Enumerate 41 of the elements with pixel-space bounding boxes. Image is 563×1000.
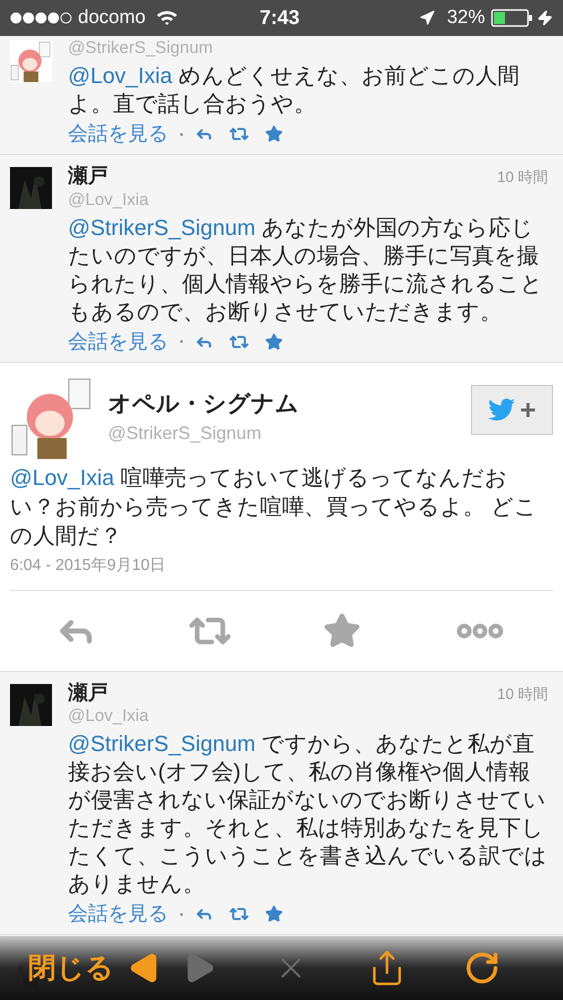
star-icon[interactable]: [265, 905, 283, 923]
star-icon[interactable]: [323, 612, 362, 650]
clock: 7:43: [260, 6, 300, 31]
wifi-icon: [156, 10, 178, 26]
location-icon: [418, 10, 435, 26]
user-handle: @StrikerS_Signum: [108, 422, 262, 446]
tweet-text: @StrikerS_Signum あなたが外国の方なら応じたいのですが、日本人の場合、勝手に写真を撮られたり、個人情報やらを勝手に流されることもあるので、お断りさせていただきます。: [68, 214, 544, 326]
user-handle: @Lov_Ixia: [68, 190, 150, 210]
bird-icon: [488, 398, 516, 422]
mention-link[interactable]: @StrikerS_Signum: [68, 731, 256, 756]
user-handle: @StrikerS_Signum: [68, 38, 214, 58]
battery-icon: [491, 9, 533, 27]
battery-percent: 32%: [446, 6, 485, 30]
mention-link[interactable]: @Lov_Ixia: [10, 464, 114, 490]
conversation-link[interactable]: 会話を見る: [68, 899, 168, 929]
timestamp: 10 時間: [497, 168, 548, 188]
follow-button[interactable]: [471, 384, 553, 434]
tweet-text: @StrikerS_Signum ですから、あなたと私が直接お会い(オフ会)して、私の肖像権や個人情報が侵害されない保証がないのでお断りさせていただきます。それと、私は特別あなたを見下したくて、こういうことを書き込んでいる訳ではありません。: [68, 730, 548, 898]
dot-separator-icon: [180, 340, 183, 343]
user-name: 瀬戸: [68, 682, 108, 704]
user-name: 瀬戸: [68, 165, 108, 187]
reload-icon[interactable]: [464, 950, 500, 986]
conversation-link[interactable]: 会話を見る: [68, 119, 168, 149]
conversation-link[interactable]: 会話を見る: [68, 326, 168, 356]
dot-separator-icon: [180, 132, 183, 136]
carrier-name: docomo: [78, 6, 146, 30]
user-handle: @Lov_Ixia: [68, 706, 150, 726]
star-icon[interactable]: [265, 332, 283, 350]
dot-separator-icon: [180, 912, 183, 916]
mention-link[interactable]: @Lov_Ixia: [68, 63, 172, 88]
mention-link[interactable]: @StrikerS_Signum: [68, 214, 256, 240]
tweet-card[interactable]: 瀬戸 10 時間 @Lov_Ixia @StrikerS_Signum ですから、あなたと私が直接お会い(オフ会)して、私の肖像権や個人情報が侵害されない保証がないのでお断りさせていただきます。それと、私は特別あなたを見下したくて、こういうことを書き込んでいる訳ではありません。 会話を見る: [0, 672, 563, 935]
tweet-date: 6:04 - 2015年9月10日: [10, 554, 553, 590]
user-name: オペル・シグナム: [108, 388, 300, 418]
timestamp: 10 時間: [497, 684, 548, 704]
signal-icon: [10, 12, 72, 24]
plus-icon: [520, 402, 536, 418]
tweet-text: @Lov_Ixia 喧嘩売っておいて逃げるってなんだおい？お前から売ってきた喧嘩、買ってやるよ。 どこの人間だ？: [10, 464, 538, 550]
charging-icon: [537, 10, 553, 26]
tweet-text: @Lov_Ixia めんどくせえな、お前どこの人間よ。直で話し合おうや。: [68, 62, 520, 118]
star-icon[interactable]: [265, 125, 283, 143]
